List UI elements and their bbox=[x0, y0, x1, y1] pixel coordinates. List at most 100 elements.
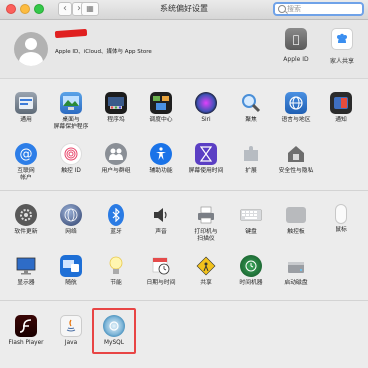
pane-label: 随航 bbox=[65, 280, 77, 286]
system-preferences-window: ‹ › ▦ 系统偏好设置 搜索 Apple ID、iCloud、媒体与 App … bbox=[0, 0, 368, 368]
family-sharing-label: 家人共享 bbox=[329, 58, 354, 65]
pane-label: 桌面与 屏幕保护程序 bbox=[53, 117, 89, 130]
pane-label: 共享 bbox=[200, 280, 212, 286]
pane-language-region[interactable]: 语言与地区 bbox=[274, 92, 318, 124]
pane-label: Java bbox=[64, 340, 78, 346]
pane-label: 通知 bbox=[335, 117, 347, 123]
displays-icon bbox=[15, 255, 37, 277]
pane-label: 调度中心 bbox=[149, 117, 173, 123]
siri-icon bbox=[195, 92, 217, 114]
pane-displays[interactable]: 显示器 bbox=[4, 255, 48, 287]
pane-label: 日期与时间 bbox=[146, 280, 176, 286]
family-sharing-icon bbox=[331, 28, 353, 50]
apple-id-icon:  bbox=[285, 28, 307, 50]
pane-label: 聚焦 bbox=[245, 117, 257, 123]
extensions-icon bbox=[240, 143, 262, 165]
account-section: Apple ID、iCloud、媒体与 App Store  Apple ID… bbox=[0, 20, 368, 79]
keyboard-icon bbox=[240, 204, 262, 226]
energy-saver-icon bbox=[105, 255, 127, 277]
desktop-screensaver-icon bbox=[60, 92, 82, 114]
pane-label: 辅助功能 bbox=[149, 168, 173, 174]
startup-disk-icon bbox=[285, 255, 307, 277]
pane-mouse[interactable]: 鼠标 bbox=[319, 204, 363, 234]
pane-extensions[interactable]: 扩展 bbox=[229, 143, 273, 175]
pane-label: 软件更新 bbox=[14, 229, 38, 235]
account-description: Apple ID、iCloud、媒体与 App Store bbox=[55, 49, 152, 55]
pane-java[interactable]: Java bbox=[49, 315, 93, 347]
pane-software-update[interactable]: 软件更新 bbox=[4, 204, 48, 236]
mission-control-icon bbox=[150, 92, 172, 114]
search-field[interactable]: 搜索 bbox=[273, 2, 364, 16]
search-icon bbox=[278, 5, 286, 13]
mysql-highlight-box bbox=[92, 308, 136, 354]
pane-security-privacy[interactable]: 安全性与隐私 bbox=[274, 143, 318, 175]
pane-network[interactable]: 网络 bbox=[49, 204, 93, 236]
pane-sidecar[interactable]: 随航 bbox=[49, 255, 93, 287]
pane-touch-id[interactable]: 触控 ID bbox=[49, 143, 93, 175]
pane-label: Flash Player bbox=[8, 340, 44, 346]
language-region-icon bbox=[285, 92, 307, 114]
pane-siri[interactable]: Siri bbox=[184, 92, 228, 124]
pane-screen-time[interactable]: 屏幕使用时间 bbox=[184, 143, 228, 175]
title-bar: ‹ › ▦ 系统偏好设置 搜索 bbox=[0, 0, 368, 20]
apple-id-label: Apple ID bbox=[283, 56, 309, 63]
pane-time-machine[interactable]: 时间机器 bbox=[229, 255, 273, 287]
pane-general[interactable]: 通用 bbox=[4, 92, 48, 124]
pane-label: 触控 ID bbox=[61, 168, 81, 174]
pane-label: 启动磁盘 bbox=[284, 280, 308, 286]
pane-label: 触控板 bbox=[287, 229, 305, 235]
time-machine-icon bbox=[240, 255, 262, 277]
spotlight-icon bbox=[240, 92, 262, 114]
pane-label: 节能 bbox=[110, 280, 122, 286]
sharing-icon bbox=[195, 255, 217, 277]
pane-desktop-screensaver[interactable]: 桌面与 屏幕保护程序 bbox=[49, 92, 93, 131]
accessibility-icon bbox=[150, 143, 172, 165]
flash-player-icon bbox=[15, 315, 37, 337]
trackpad-icon bbox=[286, 207, 306, 223]
avatar[interactable] bbox=[14, 32, 48, 66]
pane-label: 声音 bbox=[155, 229, 167, 235]
family-sharing-pane[interactable]: 家人共享 bbox=[322, 28, 362, 65]
pane-label: 互联网 帐户 bbox=[17, 168, 35, 181]
pane-label: 用户与群组 bbox=[101, 168, 131, 174]
sidecar-icon bbox=[60, 255, 82, 277]
pane-bluetooth[interactable]: 蓝牙 bbox=[94, 204, 138, 236]
bluetooth-icon bbox=[108, 204, 124, 226]
sound-icon bbox=[150, 204, 172, 226]
divider bbox=[0, 190, 368, 191]
pane-label: 蓝牙 bbox=[110, 229, 122, 235]
touch-id-icon bbox=[60, 143, 82, 165]
apple-id-pane[interactable]:  Apple ID bbox=[276, 28, 316, 63]
pane-label: 网络 bbox=[65, 229, 77, 235]
pane-accessibility[interactable]: 辅助功能 bbox=[139, 143, 183, 175]
screen-time-icon bbox=[195, 143, 217, 165]
pane-energy-saver[interactable]: 节能 bbox=[94, 255, 138, 287]
pane-trackpad[interactable]: 触控板 bbox=[274, 204, 318, 236]
pane-dock[interactable]: 程序坞 bbox=[94, 92, 138, 124]
pane-mission-control[interactable]: 调度中心 bbox=[139, 92, 183, 124]
pane-printers-scanners[interactable]: 打印机与 扫描仪 bbox=[184, 204, 228, 243]
pane-notifications[interactable]: 通知 bbox=[319, 92, 363, 124]
java-icon bbox=[60, 315, 82, 337]
pane-spotlight[interactable]: 聚焦 bbox=[229, 92, 273, 124]
redacted-username bbox=[54, 28, 88, 39]
pane-internet-accounts[interactable]: @ 互联网 帐户 bbox=[4, 143, 48, 182]
pane-label: 安全性与隐私 bbox=[278, 168, 314, 174]
pane-label: 打印机与 扫描仪 bbox=[194, 229, 218, 242]
pane-date-time[interactable]: 日期与时间 bbox=[139, 255, 183, 287]
date-time-icon bbox=[150, 255, 172, 277]
network-icon bbox=[60, 204, 82, 226]
pane-label: 屏幕使用时间 bbox=[188, 168, 224, 174]
pane-label: 鼠标 bbox=[335, 227, 347, 233]
search-placeholder: 搜索 bbox=[287, 5, 301, 13]
pane-label: 程序坞 bbox=[107, 117, 125, 123]
pane-sharing[interactable]: 共享 bbox=[184, 255, 228, 287]
pane-label: 显示器 bbox=[17, 280, 35, 286]
pane-startup-disk[interactable]: 启动磁盘 bbox=[274, 255, 318, 287]
pane-flash-player[interactable]: Flash Player bbox=[4, 315, 48, 347]
pane-label: 时间机器 bbox=[239, 280, 263, 286]
pane-keyboard[interactable]: 键盘 bbox=[229, 204, 273, 236]
pane-sound[interactable]: 声音 bbox=[139, 204, 183, 236]
divider bbox=[0, 300, 368, 301]
pane-users-groups[interactable]: 用户与群组 bbox=[94, 143, 138, 175]
